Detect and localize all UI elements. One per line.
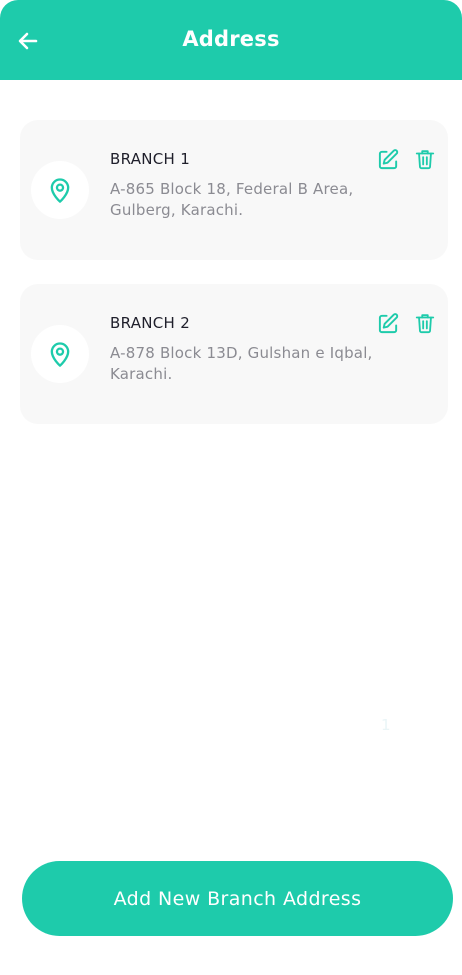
trash-icon bbox=[415, 150, 435, 170]
branch-card[interactable]: BRANCH 2 A-878 Block 13D, Gulshan e Iqba… bbox=[20, 284, 448, 424]
branch-name: BRANCH 1 bbox=[110, 150, 191, 168]
edit-button[interactable] bbox=[375, 310, 401, 336]
trash-icon bbox=[415, 314, 435, 334]
map-pin-icon bbox=[50, 342, 70, 367]
map-pin-icon bbox=[50, 178, 70, 203]
branch-card[interactable]: BRANCH 1 A-865 Block 18, Federal B Area,… bbox=[20, 120, 448, 260]
faint-label: 1 bbox=[381, 716, 391, 734]
pin-badge bbox=[31, 325, 89, 383]
edit-button[interactable] bbox=[375, 146, 401, 172]
app-bar: Address bbox=[0, 0, 462, 80]
branch-address: A-865 Block 18, Federal B Area, Gulberg,… bbox=[110, 180, 354, 219]
branch-address: A-878 Block 13D, Gulshan e Iqbal, Karach… bbox=[110, 344, 373, 383]
pin-badge bbox=[31, 161, 89, 219]
branch-name: BRANCH 2 bbox=[110, 314, 191, 332]
delete-button[interactable] bbox=[412, 146, 438, 172]
page-title: Address bbox=[182, 27, 280, 51]
edit-icon bbox=[378, 312, 398, 333]
add-branch-button[interactable]: Add New Branch Address bbox=[22, 861, 453, 936]
delete-button[interactable] bbox=[412, 310, 438, 336]
edit-icon bbox=[378, 148, 398, 169]
